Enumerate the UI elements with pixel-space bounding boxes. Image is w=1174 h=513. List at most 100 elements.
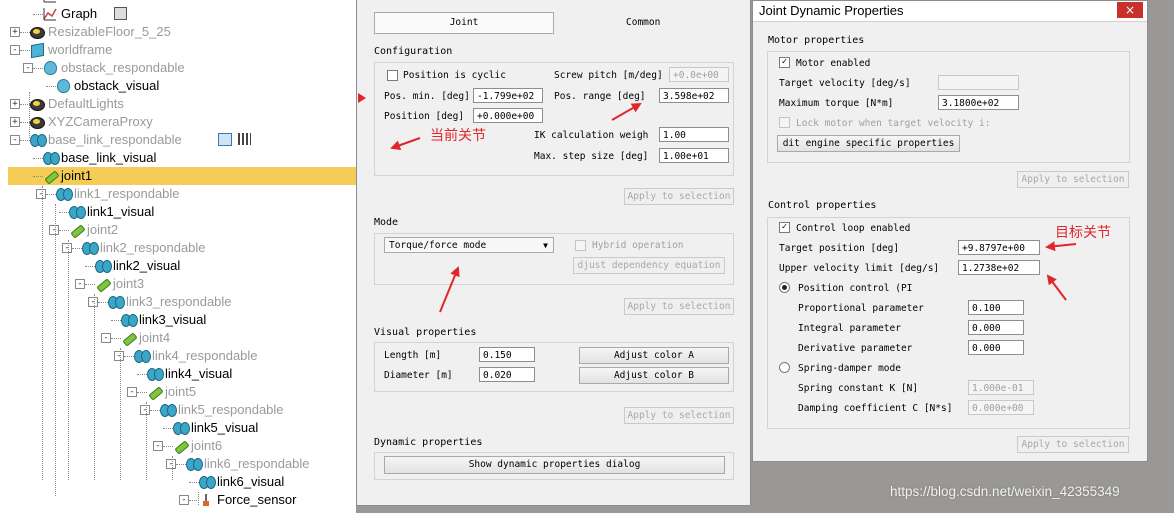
tree-item-defaultlights[interactable]: + DefaultLights — [0, 95, 356, 113]
target-position-field[interactable]: +9.8797e+00 — [958, 240, 1040, 255]
edit-engine-properties-button[interactable]: dit engine specific properties — [777, 135, 960, 152]
tree-item-link1-visual[interactable]: link1_visual — [0, 203, 356, 221]
tree-item-joint2[interactable]: - joint2 — [0, 221, 356, 239]
tree-item-link6-visual[interactable]: link6_visual — [0, 473, 356, 491]
diameter-field[interactable]: 0.020 — [479, 367, 535, 382]
tree-item-link4-respondable[interactable]: - link4_respondable — [0, 347, 356, 365]
shape-icon — [43, 61, 57, 75]
ik-weight-field[interactable]: 1.00 — [659, 127, 729, 142]
adjust-dependency-button[interactable]: djust dependency equation — [573, 257, 725, 274]
damping-field[interactable]: 0.000e+00 — [968, 400, 1034, 415]
tab-joint[interactable]: Joint — [374, 12, 554, 34]
max-torque-field[interactable]: 3.1800e+02 — [938, 95, 1019, 110]
tree-item-label: joint5 — [165, 384, 197, 399]
adjust-color-b-button[interactable]: Adjust color B — [579, 367, 729, 384]
lock-motor-checkbox[interactable] — [779, 117, 790, 128]
tree-item-base-link-respondable[interactable]: - base_link_respondable — [0, 131, 356, 149]
tree-item-link2-respondable[interactable]: - link2_respondable — [0, 239, 356, 257]
control-apply-button[interactable]: Apply to selection — [1017, 436, 1129, 453]
collapse-icon[interactable]: - — [166, 459, 176, 469]
tree-item-base-link-visual[interactable]: base_link_visual — [0, 149, 356, 167]
tree-item-link6-respondable[interactable]: - link6_respondable — [0, 455, 356, 473]
target-velocity-field[interactable] — [938, 75, 1019, 90]
configuration-group-title: Configuration — [374, 46, 453, 57]
collapse-icon[interactable]: - — [49, 225, 59, 235]
collapse-icon[interactable]: - — [127, 387, 137, 397]
collapse-icon[interactable]: - — [153, 441, 163, 451]
tree-item-force-sensor[interactable]: - Force_sensor — [0, 491, 356, 509]
collapse-icon[interactable]: - — [10, 135, 20, 145]
visual-apply-button[interactable]: Apply to selection — [624, 407, 734, 424]
upper-velocity-field[interactable]: 1.2738e+02 — [958, 260, 1040, 275]
tree-connector — [163, 428, 173, 429]
position-cyclic-checkbox[interactable] — [387, 70, 398, 81]
position-field[interactable]: +0.000e+00 — [473, 108, 543, 123]
expand-icon[interactable]: + — [10, 117, 20, 127]
tree-item-label: link4_visual — [165, 366, 233, 381]
expand-icon[interactable]: + — [10, 99, 20, 109]
collapse-icon[interactable]: - — [23, 63, 33, 73]
hybrid-operation-checkbox[interactable] — [575, 240, 586, 251]
configuration-apply-button[interactable]: Apply to selection — [624, 188, 734, 205]
close-icon[interactable]: × — [1117, 2, 1143, 18]
mode-apply-button[interactable]: Apply to selection — [624, 298, 734, 315]
mode-dropdown[interactable]: Torque/force mode ▼ — [384, 237, 554, 253]
dynamic-group-title: Dynamic properties — [374, 437, 483, 448]
spring-damper-radio[interactable] — [779, 362, 790, 373]
screw-pitch-field[interactable]: +0.0e+00 — [669, 67, 729, 82]
collapse-icon[interactable]: - — [75, 279, 85, 289]
tree-item-obstack-visual[interactable]: obstack_visual — [0, 77, 356, 95]
tree-item-graph[interactable]: Graph — [0, 5, 356, 23]
base-link-script-icon[interactable] — [218, 133, 232, 146]
tree-item-obstack-respondable[interactable]: - obstack_respondable — [0, 59, 356, 77]
tree-item-joint1[interactable]: joint1 — [8, 167, 356, 185]
max-step-field[interactable]: 1.00e+01 — [659, 148, 729, 163]
tree-item-resizablefloor-5-25[interactable]: + ResizableFloor_5_25 — [0, 23, 356, 41]
collapse-icon[interactable]: - — [62, 243, 72, 253]
tree-item-link3-respondable[interactable]: - link3_respondable — [0, 293, 356, 311]
control-loop-label: Control loop enabled — [796, 223, 911, 234]
tree-item-xyzcameraproxy[interactable]: + XYZCameraProxy — [0, 113, 356, 131]
collapse-icon[interactable]: - — [88, 297, 98, 307]
joint-icon — [43, 169, 60, 185]
tree-connector — [20, 50, 30, 51]
tree-item-joint3[interactable]: - joint3 — [0, 275, 356, 293]
spring-k-field[interactable]: 1.000e-01 — [968, 380, 1034, 395]
tree-connector — [72, 248, 82, 249]
control-loop-checkbox[interactable]: ✓ — [779, 222, 790, 233]
collapse-icon[interactable]: - — [36, 189, 46, 199]
joint-icon — [121, 331, 138, 347]
dynamic-dialog-titlebar[interactable]: Joint Dynamic Properties × — [753, 1, 1147, 22]
motor-apply-button[interactable]: Apply to selection — [1017, 171, 1129, 188]
collapse-icon[interactable]: - — [179, 495, 189, 505]
tree-item-worldframe[interactable]: - worldframe — [0, 41, 356, 59]
tree-item-link1-respondable[interactable]: - link1_respondable — [0, 185, 356, 203]
position-control-radio[interactable] — [779, 282, 790, 293]
adjust-color-a-button[interactable]: Adjust color A — [579, 347, 729, 364]
collapse-icon[interactable]: - — [101, 333, 111, 343]
length-field[interactable]: 0.150 — [479, 347, 535, 362]
diameter-label: Diameter [m] — [384, 370, 453, 381]
graph-script-icon[interactable] — [114, 7, 127, 20]
proportional-field[interactable]: 0.100 — [968, 300, 1024, 315]
expand-icon[interactable]: + — [10, 27, 20, 37]
pos-min-field[interactable]: -1.799e+02 — [473, 88, 543, 103]
collapse-icon[interactable]: - — [114, 351, 124, 361]
derivative-field[interactable]: 0.000 — [968, 340, 1024, 355]
integral-field[interactable]: 0.000 — [968, 320, 1024, 335]
tab-common[interactable]: Common — [626, 17, 660, 28]
tree-item-link3-visual[interactable]: link3_visual — [0, 311, 356, 329]
pos-range-field[interactable]: 3.598e+02 — [659, 88, 729, 103]
base-link-dynamics-icon[interactable] — [238, 133, 251, 145]
collapse-icon[interactable]: - — [140, 405, 150, 415]
tree-item-link2-visual[interactable]: link2_visual — [0, 257, 356, 275]
tree-item-joint6[interactable]: - joint6 — [0, 437, 356, 455]
collapse-icon[interactable]: - — [10, 45, 20, 55]
tree-item-link5-respondable[interactable]: - link5_respondable — [0, 401, 356, 419]
motor-enabled-checkbox[interactable]: ✓ — [779, 57, 790, 68]
tree-item-link5-visual[interactable]: link5_visual — [0, 419, 356, 437]
tree-item-link4-visual[interactable]: link4_visual — [0, 365, 356, 383]
tree-item-joint4[interactable]: - joint4 — [0, 329, 356, 347]
tree-item-joint5[interactable]: - joint5 — [0, 383, 356, 401]
show-dynamic-properties-button[interactable]: Show dynamic properties dialog — [384, 456, 725, 474]
